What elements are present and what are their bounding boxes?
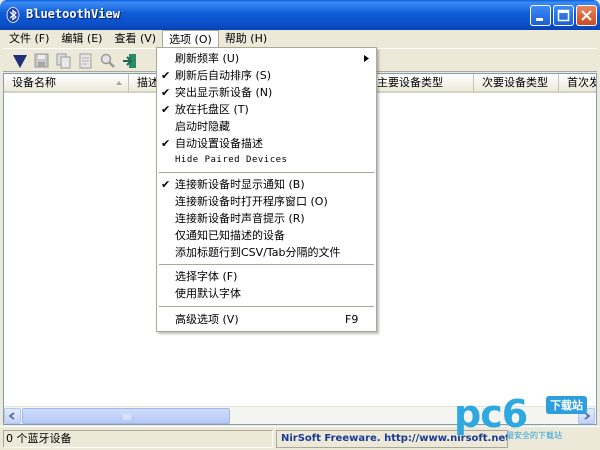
menu-file[interactable]: 文件 (F) bbox=[3, 30, 55, 48]
properties-icon[interactable] bbox=[11, 52, 29, 70]
menu-option-label: 连接新设备时显示通知 (B) bbox=[175, 178, 305, 191]
minimize-button[interactable] bbox=[530, 5, 551, 26]
checkmark-icon: ✔ bbox=[161, 103, 171, 116]
shortcut-label: F9 bbox=[345, 313, 359, 326]
menu-option-notify-known-only[interactable]: 仅通知已知描述的设备 bbox=[157, 227, 376, 244]
title-bar[interactable]: BluetoothView bbox=[0, 0, 600, 30]
menu-bar: 文件 (F) 编辑 (E) 查看 (V) 选项 (O) 帮助 (H) bbox=[3, 30, 597, 48]
grip-icon bbox=[123, 414, 131, 420]
menu-option-label: Hide Paired Devices bbox=[175, 155, 288, 165]
column-header-device-name[interactable]: 设备名称 bbox=[4, 74, 129, 93]
menu-option-label: 连接新设备时声音提示 (R) bbox=[175, 212, 305, 225]
menu-option-highlight-new[interactable]: ✔ 突出显示新设备 (N) bbox=[157, 84, 376, 101]
checkmark-icon: ✔ bbox=[161, 69, 171, 82]
menu-option-header-line[interactable]: 添加标题行到CSV/Tab分隔的文件 bbox=[157, 244, 376, 261]
save-icon[interactable] bbox=[33, 52, 51, 70]
options-dropdown-menu: 刷新频率 (U) ✔ 刷新后自动排序 (S) ✔ 突出显示新设备 (N) ✔ 放… bbox=[156, 47, 377, 332]
menu-option-label: 自动设置设备描述 bbox=[175, 137, 263, 150]
device-count-status: 0 个蓝牙设备 bbox=[3, 430, 273, 448]
menu-option-label: 添加标题行到CSV/Tab分隔的文件 bbox=[175, 246, 341, 259]
checkmark-icon: ✔ bbox=[161, 137, 171, 150]
menu-separator bbox=[159, 306, 374, 307]
scroll-thumb[interactable] bbox=[22, 408, 230, 424]
menu-option-label: 选择字体 (F) bbox=[175, 270, 238, 283]
menu-option-default-font[interactable]: 使用默认字体 bbox=[157, 285, 376, 302]
sort-arrow-icon bbox=[116, 81, 122, 85]
menu-edit[interactable]: 编辑 (E) bbox=[55, 30, 108, 48]
arrow-left-icon bbox=[8, 412, 15, 420]
menu-option-label: 刷新频率 (U) bbox=[175, 52, 240, 65]
menu-option-label: 高级选项 (V) bbox=[175, 313, 239, 326]
menu-option-label: 放在托盘区 (T) bbox=[175, 103, 249, 116]
menu-option-label: 刷新后自动排序 (S) bbox=[175, 69, 272, 82]
menu-option-label: 突出显示新设备 (N) bbox=[175, 86, 273, 99]
column-header-first-seen[interactable]: 首次发 bbox=[559, 74, 597, 93]
menu-options[interactable]: 选项 (O) bbox=[162, 30, 219, 48]
checkmark-icon: ✔ bbox=[161, 178, 171, 191]
copy-icon[interactable] bbox=[55, 52, 73, 70]
scroll-left-button[interactable] bbox=[4, 408, 21, 424]
pc6-watermark: pc6 下载站 最安全的下载站 bbox=[448, 392, 598, 446]
menu-option-open-window-on-connect[interactable]: 连接新设备时打开程序窗口 (O) bbox=[157, 193, 376, 210]
menu-option-tray[interactable]: ✔ 放在托盘区 (T) bbox=[157, 101, 376, 118]
menu-option-label: 连接新设备时打开程序窗口 (O) bbox=[175, 195, 328, 208]
column-label: 首次发 bbox=[567, 76, 597, 89]
submenu-arrow-icon bbox=[364, 55, 369, 62]
minimize-icon bbox=[536, 18, 543, 21]
menu-option-advanced[interactable]: 高级选项 (V) F9 bbox=[157, 311, 376, 328]
menu-view[interactable]: 查看 (V) bbox=[108, 30, 162, 48]
menu-option-auto-sort[interactable]: ✔ 刷新后自动排序 (S) bbox=[157, 67, 376, 84]
menu-option-choose-font[interactable]: 选择字体 (F) bbox=[157, 268, 376, 285]
html-report-icon[interactable] bbox=[77, 52, 95, 70]
menu-option-label: 仅通知已知描述的设备 bbox=[175, 229, 285, 242]
watermark-badge: 下载站 bbox=[546, 396, 587, 414]
close-button[interactable] bbox=[576, 5, 597, 26]
menu-option-label: 启动时隐藏 bbox=[175, 120, 230, 133]
bluetooth-icon bbox=[6, 7, 20, 23]
maximize-icon bbox=[557, 9, 570, 22]
maximize-button[interactable] bbox=[553, 5, 574, 26]
menu-option-hide-paired[interactable]: Hide Paired Devices bbox=[157, 152, 376, 169]
close-icon bbox=[581, 10, 592, 21]
menu-separator bbox=[159, 172, 374, 173]
column-label: 次要设备类型 bbox=[482, 76, 548, 89]
menu-help[interactable]: 帮助 (H) bbox=[219, 30, 273, 48]
menu-option-auto-description[interactable]: ✔ 自动设置设备描述 bbox=[157, 135, 376, 152]
exit-icon[interactable] bbox=[121, 52, 139, 70]
column-header-minor-type[interactable]: 次要设备类型 bbox=[474, 74, 559, 93]
menu-option-notify-on-connect[interactable]: ✔ 连接新设备时显示通知 (B) bbox=[157, 176, 376, 193]
menu-option-label: 使用默认字体 bbox=[175, 287, 241, 300]
menu-option-sound-on-connect[interactable]: 连接新设备时声音提示 (R) bbox=[157, 210, 376, 227]
checkmark-icon: ✔ bbox=[161, 86, 171, 99]
menu-option-start-hidden[interactable]: 启动时隐藏 bbox=[157, 118, 376, 135]
column-label: 主要设备类型 bbox=[377, 76, 443, 89]
find-icon[interactable] bbox=[99, 52, 117, 70]
watermark-slogan: 最安全的下载站 bbox=[506, 431, 562, 440]
column-header-major-type[interactable]: 主要设备类型 bbox=[369, 74, 474, 93]
menu-option-refresh-rate[interactable]: 刷新频率 (U) bbox=[157, 50, 376, 67]
window-title: BluetoothView bbox=[26, 7, 120, 21]
menu-separator bbox=[159, 264, 374, 265]
column-label: 设备名称 bbox=[12, 76, 56, 89]
